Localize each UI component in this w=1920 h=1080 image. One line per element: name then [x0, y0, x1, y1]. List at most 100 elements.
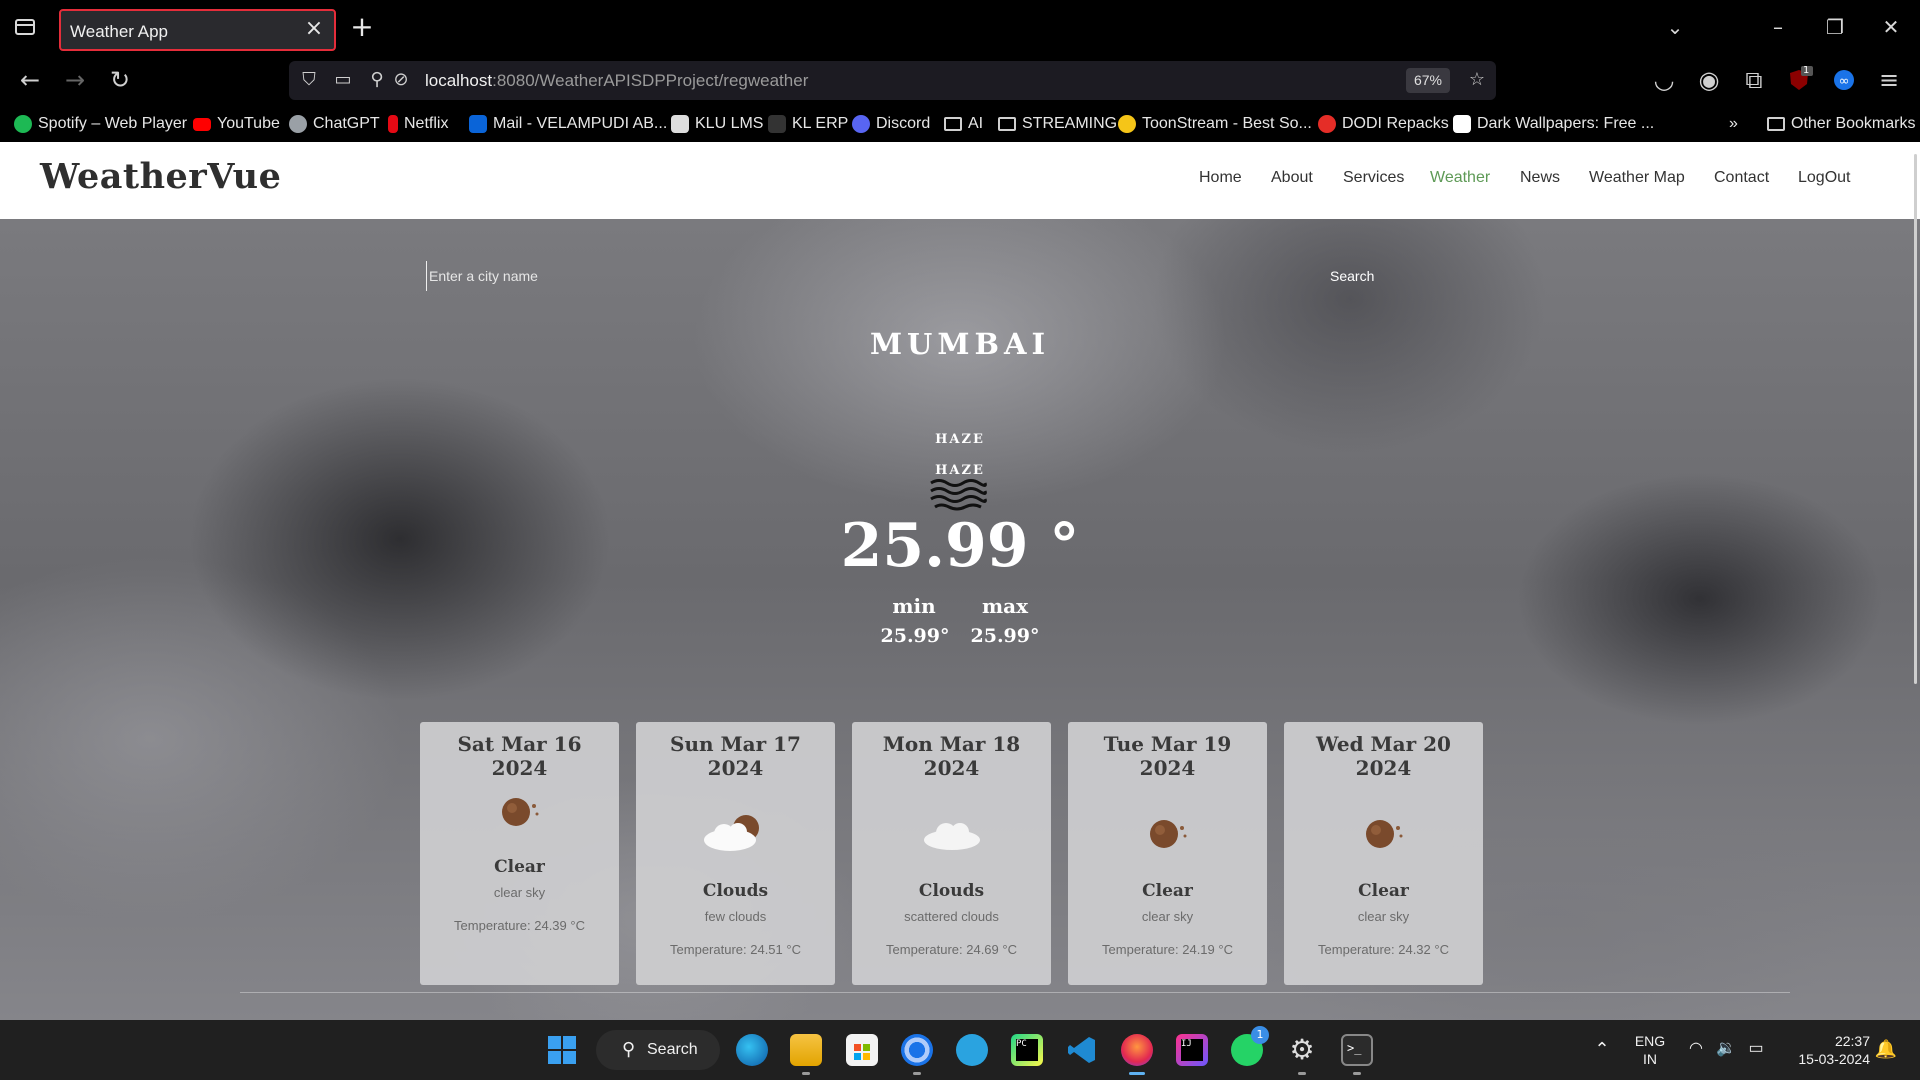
moodle-icon	[671, 115, 689, 133]
web-page: WeatherVue Home About Services Weather N…	[0, 142, 1920, 1020]
whatsapp-icon[interactable]: 1	[1231, 1026, 1269, 1066]
nav-weather[interactable]: Weather	[1430, 169, 1490, 187]
restore-icon[interactable]: ❐	[1820, 12, 1850, 42]
settings-gear-icon[interactable]: ⚙	[1286, 1034, 1318, 1066]
wifi-icon[interactable]: ◠	[1684, 1040, 1708, 1058]
nav-news[interactable]: News	[1520, 169, 1560, 187]
forecast-card: Mon Mar 18 2024 Clouds scattered clouds …	[852, 722, 1051, 985]
bookmark-folder-streaming[interactable]: STREAMING	[998, 113, 1117, 135]
forecast-temp: Temperature: 24.51 °C	[670, 942, 801, 957]
reload-icon[interactable]: ↻	[104, 64, 136, 96]
bookmark-chatgpt[interactable]: ChatGPT	[289, 113, 380, 135]
few-clouds-icon	[704, 815, 759, 851]
chatgpt-icon	[289, 115, 307, 133]
running-indicator	[1298, 1072, 1306, 1075]
url-bar[interactable]: ⛉ ▭ ⚲ ⊘ localhost:8080/WeatherAPISDPProj…	[289, 61, 1496, 100]
bookmark-mail[interactable]: Mail - VELAMPUDI AB...	[469, 113, 667, 135]
bookmarks-overflow-icon[interactable]: »	[1729, 113, 1738, 135]
bookmark-klu-lms[interactable]: KLU LMS	[671, 113, 763, 135]
active-indicator	[1129, 1072, 1145, 1075]
bookmark-label: DODI Repacks	[1342, 115, 1449, 132]
menu-icon[interactable]: ≡	[1873, 64, 1905, 96]
tracking-off-icon[interactable]: ⊘	[389, 68, 413, 92]
shield-icon[interactable]: ⛉	[297, 68, 321, 92]
close-window-icon[interactable]: ✕	[1876, 12, 1906, 42]
volume-icon[interactable]: 🔉	[1714, 1040, 1738, 1058]
account-icon[interactable]: ◉	[1693, 64, 1725, 96]
city-name: MUMBAI	[869, 327, 1051, 361]
battery-icon[interactable]: ▭	[1744, 1040, 1768, 1058]
telegram-icon[interactable]	[956, 1034, 988, 1066]
microsoft-store-icon[interactable]	[846, 1034, 878, 1066]
forecast-main: Clouds	[702, 881, 769, 901]
outlook-icon	[469, 115, 487, 133]
bookmark-netflix[interactable]: Netflix	[388, 113, 448, 135]
vscode-icon[interactable]	[1066, 1034, 1098, 1066]
city-search-input[interactable]	[426, 261, 1286, 291]
forecast-date: Tue Mar 19 2024	[1103, 732, 1232, 780]
tab-list-icon[interactable]	[12, 15, 38, 39]
back-icon[interactable]: ←	[14, 64, 46, 96]
ublock-extension-icon[interactable]: 1	[1783, 64, 1815, 96]
forecast-main: Clear	[1142, 881, 1193, 901]
url-text[interactable]: localhost:8080/WeatherAPISDPProject/regw…	[425, 71, 808, 91]
browser-tab-active[interactable]: Weather App ×	[59, 9, 336, 51]
pocket-icon[interactable]: ◡	[1648, 64, 1680, 96]
taskbar-search[interactable]: ⚲ Search	[596, 1030, 720, 1070]
file-explorer-icon[interactable]	[790, 1034, 822, 1066]
chromium-icon[interactable]	[901, 1034, 933, 1066]
zoom-level[interactable]: 67%	[1406, 68, 1450, 93]
permissions-icon[interactable]: ⚲	[365, 68, 389, 92]
search-button[interactable]: Search	[1330, 263, 1400, 289]
notifications-bell-icon[interactable]: 🔔	[1874, 1040, 1898, 1058]
list-all-tabs-icon[interactable]: ⌄	[1660, 12, 1690, 42]
minimize-icon[interactable]: –	[1763, 12, 1793, 42]
firefox-icon[interactable]	[1121, 1034, 1153, 1066]
tray-overflow-icon[interactable]: ⌃	[1590, 1040, 1614, 1058]
nav-logout[interactable]: LogOut	[1798, 169, 1850, 187]
nav-home[interactable]: Home	[1199, 169, 1242, 187]
forecast-date: Wed Mar 20 2024	[1316, 732, 1451, 780]
bookmark-dodi[interactable]: DODI Repacks	[1318, 113, 1449, 135]
input-language[interactable]: ENG IN	[1628, 1032, 1672, 1068]
bookmark-folder-ai[interactable]: AI	[944, 113, 983, 135]
nav-weather-map[interactable]: Weather Map	[1589, 169, 1685, 187]
nav-services[interactable]: Services	[1343, 169, 1404, 187]
pycharm-icon[interactable]: PC	[1011, 1034, 1043, 1066]
other-bookmarks[interactable]: Other Bookmarks	[1767, 113, 1915, 135]
new-tab-icon[interactable]: +	[349, 12, 375, 42]
infinity-extension-icon[interactable]: ∞	[1828, 64, 1860, 96]
svg-text:∞: ∞	[1839, 74, 1850, 89]
page-scrollbar[interactable]	[1914, 154, 1917, 684]
taskbar: ⚲ Search PC IJ 1 ⚙ >_ ⌃ ENG IN ◠ 🔉 ▭ 22:…	[0, 1020, 1920, 1080]
haze-icon	[930, 479, 987, 511]
tab-close-icon[interactable]: ×	[302, 17, 326, 41]
extensions-icon[interactable]: ⧉	[1738, 64, 1770, 96]
edge-icon[interactable]	[736, 1034, 768, 1066]
current-temperature: 25.99 °	[840, 511, 1080, 581]
bookmark-dark-wallpapers[interactable]: Dark Wallpapers: Free ...	[1453, 113, 1654, 135]
forecast-temp: Temperature: 24.19 °C	[1102, 942, 1233, 957]
forecast-desc: few clouds	[704, 909, 767, 924]
folder-icon	[1767, 117, 1785, 131]
terminal-icon[interactable]: >_	[1341, 1034, 1373, 1066]
forecast-temp: Temperature: 24.32 °C	[1318, 942, 1449, 957]
discord-icon	[852, 115, 870, 133]
bookmark-label: Dark Wallpapers: Free ...	[1477, 115, 1655, 132]
bookmark-toonstream[interactable]: ToonStream - Best So...	[1118, 113, 1312, 135]
forward-icon[interactable]: →	[59, 64, 91, 96]
site-brand[interactable]: WeatherVue	[40, 156, 281, 197]
windows-start-icon[interactable]	[546, 1034, 578, 1066]
bookmark-kl-erp[interactable]: KL ERP	[768, 113, 848, 135]
bookmark-discord[interactable]: Discord	[852, 113, 930, 135]
bookmark-star-icon[interactable]: ☆	[1465, 68, 1489, 92]
bookmark-spotify[interactable]: Spotify – Web Player	[14, 113, 187, 135]
bookmark-youtube[interactable]: YouTube	[193, 113, 280, 135]
bookmark-label: Spotify – Web Player	[38, 115, 188, 132]
intellij-icon[interactable]: IJ	[1176, 1034, 1208, 1066]
clock[interactable]: 22:37 15-03-2024	[1780, 1032, 1870, 1068]
page-icon[interactable]: ▭	[331, 68, 355, 92]
max-temperature: 25.99°	[970, 625, 1040, 647]
nav-about[interactable]: About	[1271, 169, 1313, 187]
nav-contact[interactable]: Contact	[1714, 169, 1769, 187]
